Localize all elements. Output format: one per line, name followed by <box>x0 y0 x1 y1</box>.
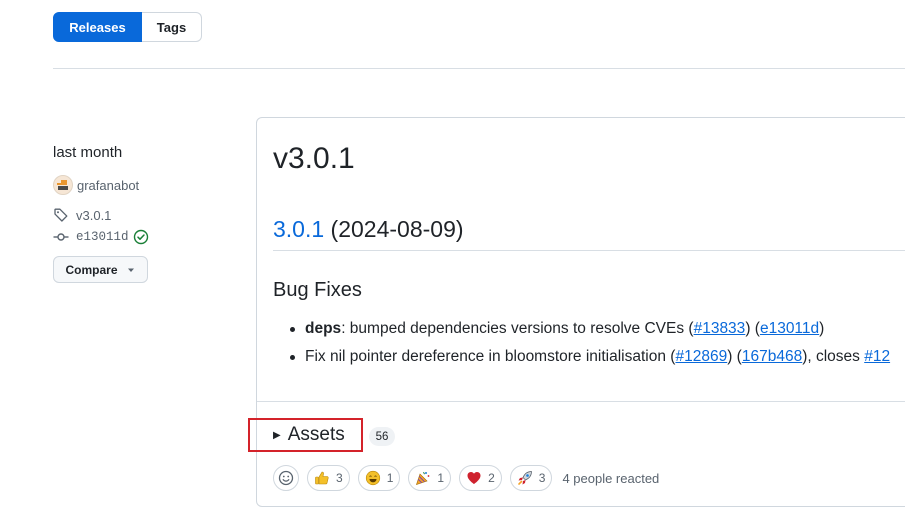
note-sep: ) ( <box>727 348 742 365</box>
tag-name[interactable]: v3.0.1 <box>76 208 111 223</box>
release-heading: 3.0.1 (2024-08-09) <box>273 216 464 243</box>
release-notes: deps: bumped dependencies versions to re… <box>288 318 890 374</box>
reactions-summary[interactable]: 4 people reacted <box>562 471 659 486</box>
release-time: last month <box>53 144 123 161</box>
triangle-down-icon <box>127 268 134 272</box>
reaction-count: 1 <box>386 471 394 485</box>
assets-count-badge: 56 <box>369 427 395 446</box>
version-link[interactable]: 3.0.1 <box>273 216 324 242</box>
reaction-count: 3 <box>538 471 546 485</box>
tag-icon <box>54 208 68 222</box>
section-heading: Bug Fixes <box>273 279 362 301</box>
note-scope: deps <box>305 320 342 337</box>
note-end: ) <box>819 320 825 337</box>
add-reaction-button[interactable] <box>273 465 299 491</box>
git-commit-icon <box>53 233 69 241</box>
compare-label: Compare <box>65 262 118 277</box>
commit-link[interactable]: e13011d <box>760 320 819 337</box>
tab-releases[interactable]: Releases <box>53 12 142 42</box>
reaction-count: 2 <box>488 471 495 485</box>
pr-link[interactable]: #12869 <box>675 348 727 365</box>
list-item: Fix nil pointer dereference in bloomstor… <box>288 346 890 374</box>
smiley-icon <box>278 470 294 486</box>
reaction-tada[interactable]: 1 <box>408 465 452 491</box>
reaction-count: 3 <box>336 471 343 485</box>
rocket-icon <box>517 470 533 486</box>
reaction-count: 1 <box>437 471 445 485</box>
heading-rule <box>273 250 905 251</box>
card-divider <box>257 401 905 402</box>
release-date: (2024-08-09) <box>330 216 464 242</box>
grafanabot-avatar-icon <box>57 180 68 190</box>
author-name[interactable]: grafanabot <box>77 178 139 193</box>
reaction-rocket[interactable]: 3 <box>509 465 553 491</box>
compare-button[interactable]: Compare <box>53 256 148 283</box>
tada-icon <box>415 470 431 486</box>
release-title[interactable]: v3.0.1 <box>273 142 355 176</box>
check-circle-icon[interactable] <box>133 229 149 245</box>
commit-row[interactable]: e13011d <box>53 229 149 245</box>
divider <box>53 68 905 69</box>
tag-row[interactable]: v3.0.1 <box>53 207 111 223</box>
triangle-right-icon: ▶ <box>273 429 281 441</box>
author-row[interactable]: grafanabot <box>53 175 139 195</box>
note-text: Fix nil pointer dereference in bloomstor… <box>305 348 676 365</box>
smile-icon <box>365 470 381 486</box>
pr-link[interactable]: #13833 <box>694 320 746 337</box>
commit-link[interactable]: 167b468 <box>742 348 802 365</box>
list-item: deps: bumped dependencies versions to re… <box>288 318 890 346</box>
commit-sha[interactable]: e13011d <box>76 230 129 244</box>
reaction-heart[interactable]: 2 <box>459 465 502 491</box>
reaction-thumbs-up[interactable]: 3 <box>307 465 350 491</box>
note-sep: ) ( <box>745 320 760 337</box>
reactions-bar: 3 1 1 2 3 4 people reacted <box>273 465 659 491</box>
heart-icon <box>466 470 482 486</box>
thumbs-up-icon <box>314 470 330 486</box>
tab-tags[interactable]: Tags <box>142 12 202 42</box>
avatar[interactable] <box>53 175 73 195</box>
reaction-smile[interactable]: 1 <box>357 465 401 491</box>
assets-label: Assets <box>287 424 345 445</box>
note-text: bumped dependencies versions to resolve … <box>345 320 694 337</box>
assets-toggle[interactable]: ▶ Assets <box>273 424 345 446</box>
release-tabs: Releases Tags <box>53 12 202 42</box>
issue-link[interactable]: #12 <box>864 348 890 365</box>
note-sep: ), closes <box>802 348 865 365</box>
